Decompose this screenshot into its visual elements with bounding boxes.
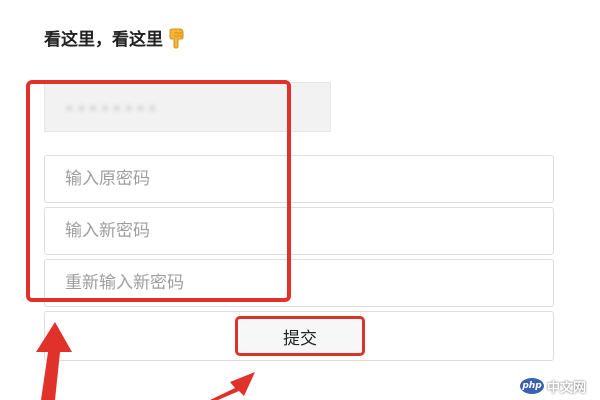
masked-account-text: ••••••••: [65, 100, 160, 118]
pointing-down-hand-icon: [165, 27, 187, 49]
old-password-input[interactable]: [44, 155, 554, 203]
submit-button[interactable]: 提交: [235, 316, 365, 356]
page-heading: 看这里，看这里: [44, 25, 187, 50]
watermark-text: 中文网: [547, 380, 587, 396]
new-password-input[interactable]: [44, 207, 554, 255]
page-title: 看这里，看这里: [44, 30, 163, 50]
account-display: ••••••••: [44, 82, 331, 132]
php-logo-icon: php: [520, 378, 544, 394]
confirm-password-input[interactable]: [44, 259, 554, 307]
arrow-diagonal-icon: [210, 372, 255, 400]
watermark: php 中文网: [520, 376, 586, 396]
